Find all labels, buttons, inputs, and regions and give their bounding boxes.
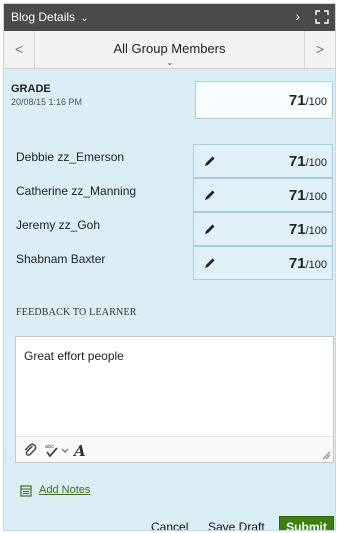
member-score-max: /100	[305, 259, 327, 271]
chevron-down-icon[interactable]	[61, 442, 69, 458]
pencil-icon[interactable]	[204, 155, 216, 167]
pencil-icon[interactable]	[204, 223, 216, 235]
member-score-max: /100	[305, 191, 327, 203]
chevron-down-icon: ⌄	[80, 13, 89, 24]
member-score-value: 71	[288, 187, 306, 204]
feedback-label: FEEDBACK TO LEARNER	[16, 307, 137, 318]
chevron-down-icon[interactable]: ⌄	[167, 58, 177, 67]
header-bar: Blog Details ⌄ ›	[4, 4, 335, 31]
grading-panel: Blog Details ⌄ › < All Group Members ⌄ >…	[3, 3, 336, 531]
frame: Blog Details ⌄ › < All Group Members ⌄ >…	[0, 0, 338, 533]
member-score-max: /100	[305, 157, 327, 169]
editor-toolbar: abc A	[16, 436, 333, 462]
svg-text:abc: abc	[45, 444, 54, 450]
member-grade-field[interactable]: 71/100	[193, 144, 333, 178]
next-arrow-icon[interactable]: ›	[295, 8, 300, 24]
group-navigation: < All Group Members ⌄ >	[4, 31, 335, 69]
member-grade-field[interactable]: 71/100	[193, 178, 333, 212]
group-grade-field[interactable]: 71/100	[195, 81, 333, 119]
member-score-max: /100	[305, 225, 327, 237]
member-score-value: 71	[288, 221, 306, 238]
member-grade-field[interactable]: 71/100	[193, 246, 333, 280]
chevron-left-icon: <	[14, 41, 24, 57]
previous-member-button[interactable]: <	[4, 31, 35, 68]
pencil-icon[interactable]	[204, 257, 216, 269]
expand-icon[interactable]	[315, 10, 329, 24]
feedback-editor[interactable]: Great effort people abc A	[15, 336, 334, 463]
resize-handle-icon[interactable]	[321, 450, 331, 460]
member-score: 71/100	[289, 221, 327, 238]
member-name: Debbie zz_Emerson	[16, 150, 125, 164]
submit-button[interactable]: Submit	[279, 516, 334, 530]
member-grade-field[interactable]: 71/100	[193, 212, 333, 246]
member-score: 71/100	[289, 153, 327, 170]
attachment-icon[interactable]	[22, 442, 38, 458]
member-name: Shabnam Baxter	[16, 252, 106, 266]
grade-score: 71/100	[289, 92, 327, 109]
add-notes-link[interactable]: Add Notes	[39, 484, 90, 496]
spellcheck-icon[interactable]: abc	[44, 442, 60, 458]
grade-value: 71	[288, 92, 306, 109]
notes-icon	[20, 485, 32, 497]
font-format-icon[interactable]: A	[72, 442, 88, 458]
group-selector[interactable]: All Group Members	[34, 41, 305, 56]
blog-details-menu[interactable]: Blog Details ⌄	[11, 10, 89, 24]
cancel-button[interactable]: Cancel	[151, 516, 188, 531]
grade-max: /100	[305, 96, 327, 108]
next-member-button[interactable]: >	[304, 31, 335, 68]
feedback-text[interactable]: Great effort people	[24, 349, 124, 363]
member-score: 71/100	[289, 187, 327, 204]
save-draft-button[interactable]: Save Draft	[208, 516, 265, 531]
pencil-icon[interactable]	[204, 189, 216, 201]
chevron-right-icon: >	[315, 41, 325, 57]
grade-label: GRADE	[11, 83, 51, 95]
svg-text:A: A	[72, 442, 86, 458]
member-score-value: 71	[288, 255, 306, 272]
grade-date: 20/08/15 1:16 PM	[11, 97, 83, 107]
member-score: 71/100	[289, 255, 327, 272]
member-name: Catherine zz_Manning	[16, 184, 137, 198]
member-name: Jeremy zz_Goh	[16, 218, 101, 232]
header-title: Blog Details	[11, 10, 76, 24]
member-score-value: 71	[288, 153, 306, 170]
